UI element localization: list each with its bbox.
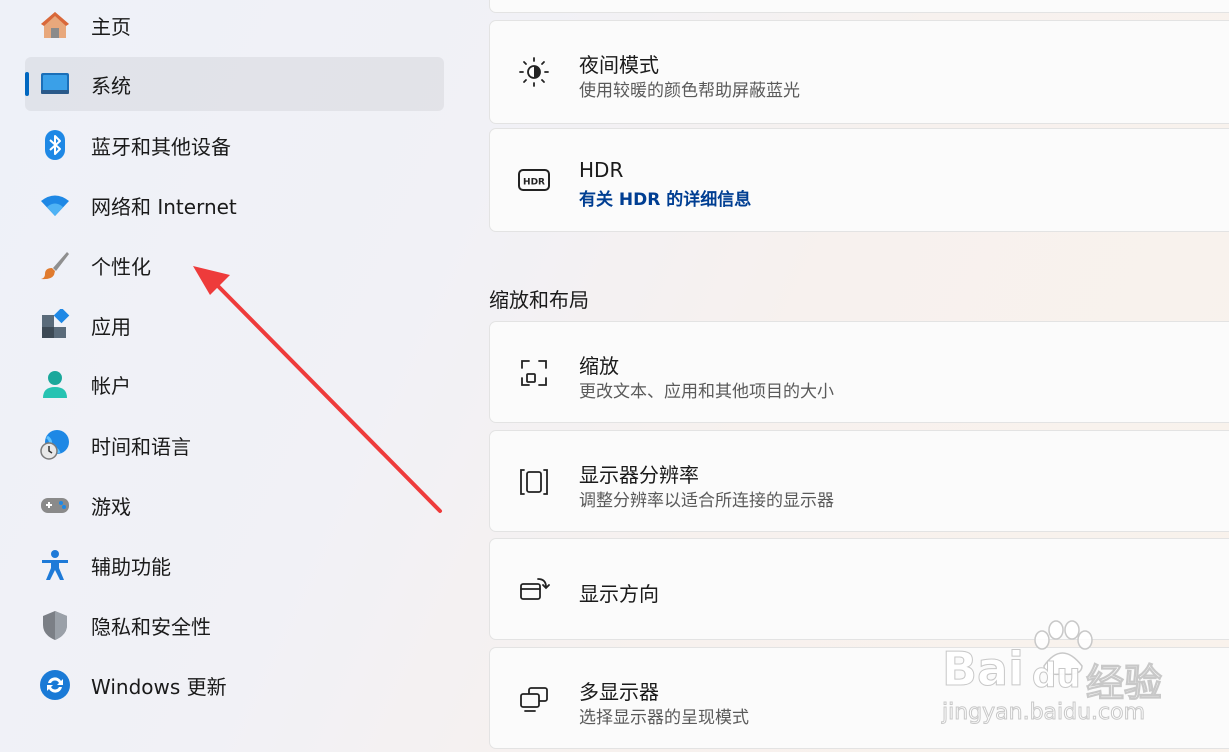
watermark-brand-cn: 经验 [1085,661,1163,706]
baidu-watermark: Bai du 经验 jingyan.baidu.com [940,618,1180,728]
watermark-url: jingyan.baidu.com [941,700,1146,726]
watermark-brand: Bai [942,642,1025,697]
watermark-brand-du: du [1032,656,1082,697]
